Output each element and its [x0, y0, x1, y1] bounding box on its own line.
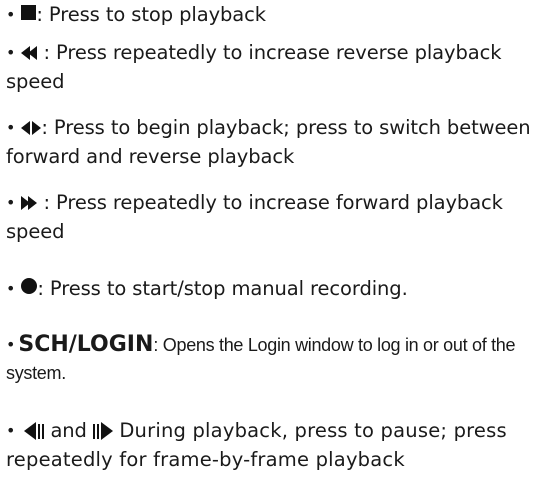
frame-back-icon [24, 418, 45, 446]
bullet: • [6, 421, 16, 440]
fast-forward-icon [21, 190, 38, 218]
sch-login-keyword: SCH/LOGIN [18, 332, 154, 357]
bullet: • [6, 279, 16, 298]
list-item-record: • : Press to start/stop manual recording. [6, 275, 545, 303]
list-item-fast-forward: • : Press repeatedly to increase forward… [6, 189, 545, 246]
fast-forward-description: : Press repeatedly to increase forward p… [6, 191, 503, 243]
list-item-frame-step: • and During playback, press to pause; p… [6, 417, 545, 474]
bullet: • [6, 43, 16, 62]
and-connector: and [44, 419, 93, 442]
rewind-icon [21, 40, 38, 68]
rewind-description: : Press repeatedly to increase reverse p… [6, 41, 502, 93]
stop-icon [21, 5, 37, 20]
bullet: • [6, 118, 16, 137]
play-reverse-toggle-icon [21, 115, 42, 143]
play-description: : Press to begin playback; press to swit… [6, 116, 531, 168]
record-icon [21, 278, 38, 294]
document-page: • : Press to stop playback • : Press repe… [0, 0, 551, 487]
list-item-play: •: Press to begin playback; press to swi… [6, 114, 545, 171]
bullet: • [6, 335, 16, 354]
list-item-rewind: • : Press repeatedly to increase reverse… [6, 39, 545, 96]
list-item-stop: • : Press to stop playback [6, 1, 545, 29]
bullet: • [6, 5, 16, 24]
list-item-sch-login: • SCH/LOGIN: Opens the Login window to lo… [6, 331, 545, 387]
bullet: • [6, 193, 16, 212]
frame-forward-icon [92, 418, 113, 446]
record-description: : Press to start/stop manual recording. [37, 277, 408, 300]
stop-description: : Press to stop playback [36, 3, 266, 26]
